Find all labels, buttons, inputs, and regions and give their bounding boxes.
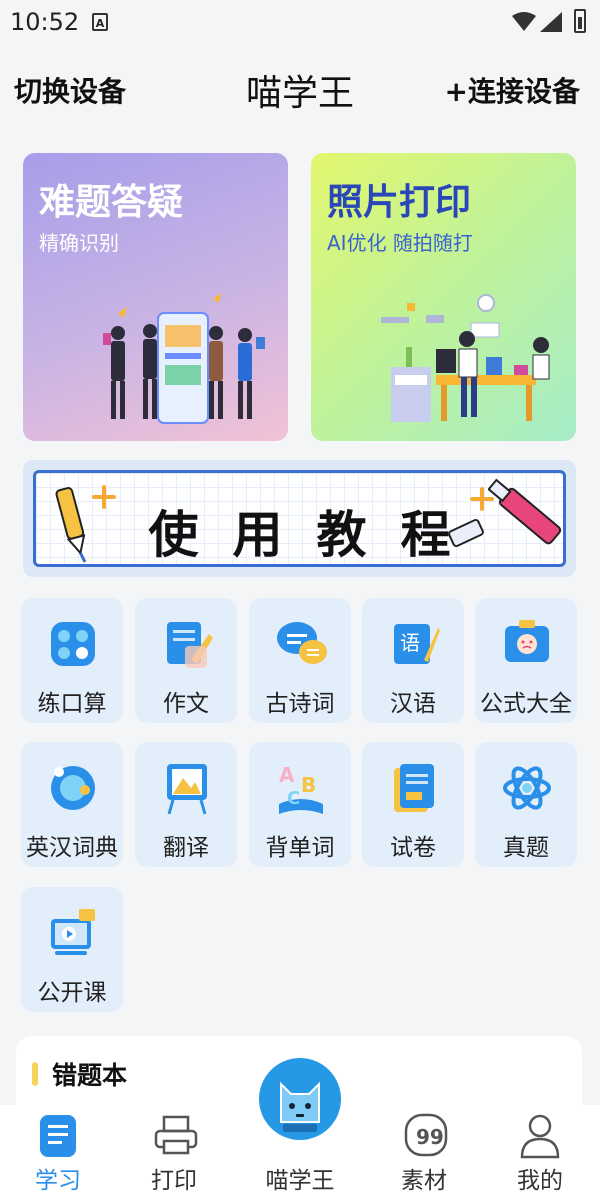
printer-icon <box>154 1115 198 1155</box>
wifi-icon <box>512 12 536 31</box>
utility-knife-icon <box>488 478 562 545</box>
chat-bubbles-icon <box>277 622 327 664</box>
quote-icon: 99 <box>404 1113 448 1157</box>
grid-item-label: 公式大全 <box>480 691 572 717</box>
signal-icon <box>540 12 562 32</box>
grid-item-label: 汉语 <box>390 691 436 717</box>
user-icon <box>520 1114 560 1159</box>
svg-text:语: 语 <box>400 631 420 655</box>
app-header: 切换设备 喵学王 +连接设备 <box>0 58 600 118</box>
nav-label: 我的 <box>517 1168 563 1194</box>
grid-item-label: 背单词 <box>265 835 335 861</box>
globe-icon <box>51 766 95 810</box>
grid-item-composition[interactable]: 作文 <box>135 598 237 723</box>
question-answer-card[interactable]: 难题答疑 精确识别 <box>23 153 288 441</box>
formula-card-icon <box>505 620 549 662</box>
exam-paper-icon <box>394 764 434 812</box>
grid-item-exam-paper[interactable]: 试卷 <box>362 742 464 867</box>
eraser-icon <box>448 518 484 548</box>
grid-item-translate[interactable]: 翻译 <box>135 742 237 867</box>
card-title: 照片打印 <box>327 182 472 223</box>
grid-item-oral-arithmetic[interactable]: 练口算 <box>21 598 123 723</box>
notebook-pen-icon <box>167 622 213 668</box>
atom-icon <box>503 766 551 810</box>
tutorial-banner-frame: 使用教程 <box>33 470 566 567</box>
video-lesson-icon <box>51 909 95 955</box>
grid-item-past-exam[interactable]: 真题 <box>475 742 577 867</box>
cat-icon <box>280 1081 320 1132</box>
card-subtitle: 精确识别 <box>39 231 119 255</box>
connect-device-button[interactable]: +连接设备 <box>445 70 580 110</box>
grid-item-label: 古诗词 <box>265 691 335 717</box>
nav-print[interactable]: 打印 <box>124 1105 224 1200</box>
grid-item-dictionary[interactable]: 英汉词典 <box>21 742 123 867</box>
grid-item-label: 练口算 <box>37 691 107 717</box>
card-subtitle: AI优化 随拍随打 <box>327 231 473 255</box>
svg-text:C: C <box>287 788 300 809</box>
status-bar: 10:52 A <box>0 0 600 44</box>
photo-print-card[interactable]: 照片打印 AI优化 随拍随打 <box>311 153 576 441</box>
grid-item-ancient-poetry[interactable]: 古诗词 <box>249 598 351 723</box>
abc-book-icon: A B C <box>279 763 323 814</box>
grid-item-label: 作文 <box>163 691 209 717</box>
chinese-book-icon: 语 <box>394 624 440 664</box>
study-icon <box>40 1115 76 1157</box>
nav-label: 喵学王 <box>265 1168 335 1194</box>
nav-label: 学习 <box>35 1168 81 1194</box>
grid-item-label: 翻译 <box>163 835 209 861</box>
nav-study[interactable]: 学习 <box>8 1105 108 1200</box>
battery-icon <box>574 9 586 33</box>
section-accent-bar <box>32 1062 38 1086</box>
nav-materials[interactable]: 99 素材 <box>374 1105 474 1200</box>
nav-label: 打印 <box>151 1168 197 1194</box>
nav-label: 素材 <box>401 1168 447 1194</box>
grid-item-label: 公开课 <box>37 980 107 1006</box>
grid-item-label: 真题 <box>503 835 549 861</box>
card-title: 难题答疑 <box>39 182 184 223</box>
grid-item-formula[interactable]: 公式大全 <box>475 598 577 723</box>
nav-mine[interactable]: 我的 <box>490 1105 590 1200</box>
grid-item-label: 试卷 <box>390 835 436 861</box>
grid-item-label: 英汉词典 <box>26 835 118 861</box>
svg-text:A: A <box>279 763 295 787</box>
notification-a-icon: A <box>92 13 108 31</box>
svg-text:B: B <box>301 773 316 797</box>
grid-item-vocabulary[interactable]: A B C 背单词 <box>249 742 351 867</box>
calculator-icon <box>51 622 95 666</box>
tutorial-banner[interactable]: 使用教程 <box>23 460 576 577</box>
grid-item-chinese[interactable]: 语 汉语 <box>362 598 464 723</box>
svg-text:99: 99 <box>416 1125 444 1149</box>
status-time: 10:52 <box>10 8 80 36</box>
easel-icon <box>167 764 207 815</box>
nav-home-cat-button[interactable] <box>259 1058 341 1150</box>
section-title: 错题本 <box>52 1061 128 1090</box>
grid-item-open-course[interactable]: 公开课 <box>21 887 123 1012</box>
